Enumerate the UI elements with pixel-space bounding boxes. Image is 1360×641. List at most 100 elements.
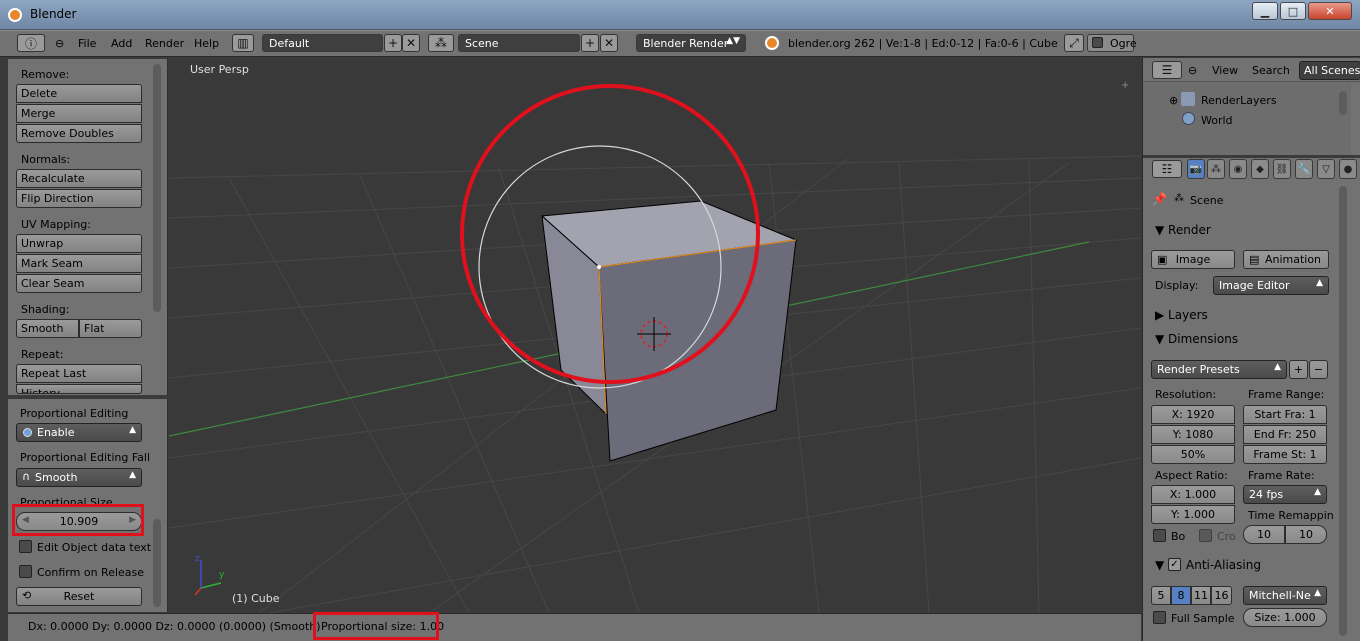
edit-object-checkbox[interactable] xyxy=(19,540,32,553)
frame-step-field[interactable]: Frame St: 1 xyxy=(1243,445,1327,464)
fullscreen-icon[interactable]: ⤢ xyxy=(1064,34,1084,52)
properties-editor-icon[interactable]: ☷ xyxy=(1152,160,1182,178)
properties-scrollbar[interactable] xyxy=(1339,186,1347,636)
region-expand-icon[interactable]: + xyxy=(1121,80,1129,91)
outliner-editor-icon[interactable]: ☰ xyxy=(1152,61,1182,79)
border-checkbox[interactable] xyxy=(1153,529,1166,542)
frame-rate-dropdown[interactable]: 24 fps ▲ xyxy=(1243,485,1327,504)
menu-help[interactable]: Help xyxy=(194,37,219,50)
display-value: Image Editor xyxy=(1219,279,1290,292)
outliner-menu-view[interactable]: View xyxy=(1212,64,1238,77)
3d-viewport[interactable]: User Persp (1) Cube y z + xyxy=(169,58,1141,613)
outliner-menu-search[interactable]: Search xyxy=(1252,64,1290,77)
tab-data[interactable]: ▽ xyxy=(1317,159,1335,179)
tab-material[interactable]: ● xyxy=(1339,159,1357,179)
header-status-bar: Dx: 0.0000 Dy: 0.0000 Dz: 0.0000 (0.0000… xyxy=(8,612,1141,641)
screen-layout-icon[interactable]: ▥ xyxy=(232,34,254,52)
prop-size-label: Proportional Size xyxy=(20,496,113,504)
scene-context-icon: ⁂ xyxy=(1174,193,1184,204)
aspect-y-field[interactable]: Y: 1.000 xyxy=(1151,505,1235,524)
operator-scrollbar[interactable] xyxy=(153,519,161,607)
scene-icon[interactable]: ⁂ xyxy=(428,34,454,52)
menu-render[interactable]: Render xyxy=(145,37,184,50)
tab-render[interactable]: 📷 xyxy=(1187,159,1205,179)
crop-checkbox[interactable] xyxy=(1199,529,1212,542)
anti-aliasing-checkbox[interactable]: ✓ xyxy=(1168,558,1181,571)
full-sample-checkbox[interactable] xyxy=(1153,611,1166,624)
render-presets-dropdown[interactable]: Render Presets ▲ xyxy=(1151,360,1287,379)
outliner-item-world[interactable]: World xyxy=(1201,114,1233,127)
dimensions-panel-header[interactable]: ▼ Dimensions xyxy=(1155,332,1238,346)
remove-doubles-button[interactable]: Remove Doubles xyxy=(16,124,142,143)
anti-aliasing-panel-header[interactable]: ▼ xyxy=(1155,558,1164,572)
resolution-percent-field[interactable]: 50% xyxy=(1151,445,1235,464)
aa-samples-5[interactable]: 5 xyxy=(1151,586,1171,605)
add-preset-button[interactable]: + xyxy=(1289,360,1308,379)
collapse-menu-icon[interactable]: ⊖ xyxy=(55,37,64,50)
outliner-item-renderlayers[interactable]: RenderLayers xyxy=(1201,94,1277,107)
aspect-ratio-label: Aspect Ratio: xyxy=(1155,469,1228,482)
tab-object[interactable]: ◆ xyxy=(1251,159,1269,179)
expand-icon[interactable]: ⊕ xyxy=(1169,94,1178,107)
outliner-filter-dropdown[interactable]: All Scenes xyxy=(1299,61,1360,80)
collapse-menu-icon[interactable]: ⊖ xyxy=(1188,64,1197,77)
remove-screen-icon[interactable]: ✕ xyxy=(402,34,420,52)
aa-samples-16[interactable]: 16 xyxy=(1211,586,1232,605)
clear-seam-button[interactable]: Clear Seam xyxy=(16,274,142,293)
outliner-scrollbar[interactable] xyxy=(1339,91,1347,115)
aa-samples-11[interactable]: 11 xyxy=(1191,586,1211,605)
mark-seam-button[interactable]: Mark Seam xyxy=(16,254,142,273)
delete-button[interactable]: Delete xyxy=(16,84,142,103)
repeat-last-button[interactable]: Repeat Last xyxy=(16,364,142,383)
reset-button[interactable]: ⟲ Reset xyxy=(16,587,142,606)
resolution-y-field[interactable]: Y: 1080 xyxy=(1151,425,1235,444)
frame-end-field[interactable]: End Fr: 250 xyxy=(1243,425,1327,444)
remove-scene-icon[interactable]: ✕ xyxy=(600,34,618,52)
falloff-dropdown[interactable]: ∩ Smooth ▲ xyxy=(16,468,142,487)
resolution-x-field[interactable]: X: 1920 xyxy=(1151,405,1235,424)
aspect-x-field[interactable]: X: 1.000 xyxy=(1151,485,1235,504)
camera-icon: ▣ xyxy=(1157,253,1168,266)
display-dropdown[interactable]: Image Editor ▲ xyxy=(1213,276,1329,295)
frame-start-field[interactable]: Start Fra: 1 xyxy=(1243,405,1327,424)
prop-editing-dropdown[interactable]: Enable ▲ xyxy=(16,423,142,442)
close-button[interactable]: ✕ xyxy=(1308,2,1352,20)
ogre-checkbox[interactable] xyxy=(1092,37,1103,48)
merge-button[interactable]: Merge xyxy=(16,104,142,123)
confirm-release-checkbox[interactable] xyxy=(19,565,32,578)
border-label: Bo xyxy=(1171,530,1186,543)
tab-modifiers[interactable]: 🔧 xyxy=(1295,159,1313,179)
menu-add[interactable]: Add xyxy=(111,37,132,50)
pin-icon[interactable]: 📌 xyxy=(1152,192,1167,206)
flat-shading-button[interactable]: Flat xyxy=(79,319,142,338)
unwrap-button[interactable]: Unwrap xyxy=(16,234,142,253)
tab-scene[interactable]: ⁂ xyxy=(1207,159,1225,179)
screen-layout-field[interactable]: Default xyxy=(262,34,383,52)
tab-constraints[interactable]: ⛓ xyxy=(1273,159,1291,179)
render-engine-dropdown[interactable]: Blender Render ▲▼ xyxy=(636,34,746,52)
flip-direction-button[interactable]: Flip Direction xyxy=(16,189,142,208)
smooth-shading-button[interactable]: Smooth xyxy=(16,319,79,338)
render-panel-header[interactable]: ▼ Render xyxy=(1155,223,1211,237)
history-button[interactable]: History... xyxy=(16,384,142,394)
remove-preset-button[interactable]: − xyxy=(1309,360,1328,379)
aa-samples-8[interactable]: 8 xyxy=(1171,586,1191,605)
aa-filter-dropdown[interactable]: Mitchell-Ne ▲ xyxy=(1243,586,1327,605)
layers-panel-header[interactable]: ▶ Layers xyxy=(1155,308,1208,322)
render-animation-button[interactable]: ▤ Animation xyxy=(1243,250,1329,269)
menu-file[interactable]: File xyxy=(78,37,96,50)
maximize-button[interactable]: □ xyxy=(1280,2,1306,20)
editor-type-info-icon[interactable]: ⓘ xyxy=(17,34,45,52)
recalculate-button[interactable]: Recalculate xyxy=(16,169,142,188)
filter-size-field[interactable]: Size: 1.000 xyxy=(1243,608,1327,627)
minimize-button[interactable]: ▁ xyxy=(1252,2,1278,20)
ogre-toggle[interactable]: Ogre xyxy=(1087,34,1137,52)
time-remap-new-field[interactable]: 10 xyxy=(1285,525,1327,544)
tab-world[interactable]: ◉ xyxy=(1229,159,1247,179)
render-image-button[interactable]: ▣ Image xyxy=(1151,250,1235,269)
tool-shelf-scrollbar[interactable] xyxy=(153,64,161,312)
add-screen-icon[interactable]: + xyxy=(384,34,402,52)
time-remap-old-field[interactable]: 10 xyxy=(1243,525,1285,544)
add-scene-icon[interactable]: + xyxy=(581,34,599,52)
scene-field[interactable]: Scene xyxy=(458,34,580,52)
